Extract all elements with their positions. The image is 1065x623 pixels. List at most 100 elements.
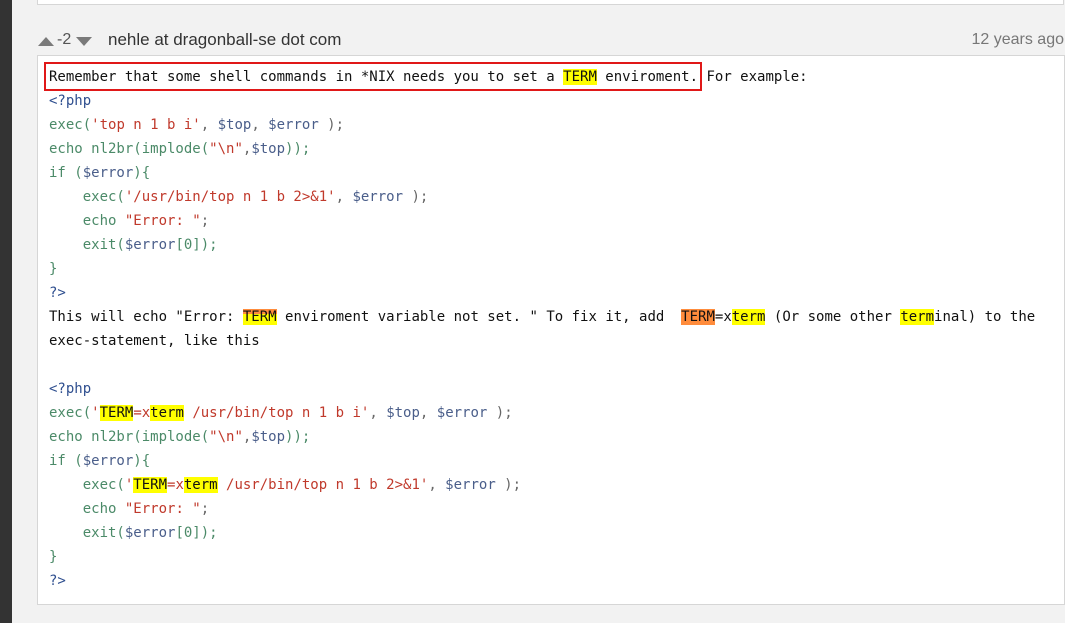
code-keyword: echo [49, 213, 117, 229]
code-var: $error [124, 525, 176, 541]
search-highlight: TERM [133, 477, 168, 493]
code-line: echo nl2br(implode("\n",$top)); [49, 425, 1035, 449]
code-line: <?php [49, 377, 1035, 401]
note-date: 12 years ago [971, 31, 1064, 48]
code-keyword: if [49, 165, 66, 181]
code-keyword: echo [49, 501, 117, 517]
code-quote: ' [91, 405, 100, 421]
body-text: (Or some other [765, 309, 901, 325]
code-string: /usr/bin/top n 1 b i' [183, 405, 370, 421]
code-line: <?php [49, 89, 1035, 113]
note-header: -2 nehle at dragonball-se dot com 12 yea… [37, 29, 1065, 53]
code-line: echo nl2br(implode("\n",$top)); [49, 137, 1035, 161]
code-paren: ( [65, 453, 83, 469]
vote-up-icon[interactable] [38, 37, 54, 46]
code-line: ?> [49, 569, 1035, 593]
code-line: echo "Error: "; [49, 209, 1035, 233]
code-var: $top [217, 117, 252, 133]
code-line: if ($error){ [49, 161, 1035, 185]
code-line: } [49, 257, 1035, 281]
code-fn: nl2br(implode( [82, 141, 210, 157]
php-close-tag: ?> [49, 573, 66, 589]
selection-highlight-box [44, 62, 702, 91]
code-sep: , [419, 405, 437, 421]
code-brace: } [49, 549, 58, 565]
search-highlight: term [150, 405, 184, 421]
code-line: if ($error){ [49, 449, 1035, 473]
previous-note-box [37, 0, 1064, 5]
code-end: ; [200, 501, 210, 517]
body-text: exec-statement, like this [49, 333, 260, 349]
code-end: ); [318, 117, 345, 133]
left-scroll-edge [0, 0, 12, 623]
code-var: $top [251, 429, 286, 445]
code-string: /usr/bin/top n 1 b 2>&1' [217, 477, 429, 493]
code-var: $error [82, 165, 134, 181]
code-end: )); [285, 429, 311, 445]
code-line: ?> [49, 281, 1035, 305]
code-string: =x [133, 405, 151, 421]
code-end: [0]); [175, 237, 218, 253]
code-var: $top [251, 141, 286, 157]
code-sep: , [200, 117, 218, 133]
php-open-tag: <?php [49, 93, 92, 109]
text-line: This will echo "Error: TERM enviroment v… [49, 305, 1035, 329]
code-string: "\n" [209, 429, 243, 445]
code-string: '/usr/bin/top n 1 b 2>&1' [124, 189, 336, 205]
vote-down-icon[interactable] [76, 37, 92, 46]
code-line: exec('TERM=xterm /usr/bin/top n 1 b 2>&1… [49, 473, 1035, 497]
code-paren: ){ [133, 453, 151, 469]
code-sep: , [251, 117, 269, 133]
code-end: ; [200, 213, 210, 229]
code-keyword: if [49, 453, 66, 469]
php-close-tag: ?> [49, 285, 66, 301]
code-var: $error [124, 237, 176, 253]
code-keyword: echo [49, 429, 83, 445]
code-end: [0]); [175, 525, 218, 541]
code-end: )); [285, 141, 311, 157]
search-highlight-active: TERM [681, 309, 715, 325]
code-end: ); [487, 405, 513, 421]
code-line: } [49, 545, 1035, 569]
intro-text-tail: For example: [698, 69, 808, 85]
code-var: $error [82, 453, 134, 469]
code-fn: exec( [49, 117, 92, 133]
php-open-tag: <?php [49, 381, 92, 397]
code-fn: nl2br(implode( [82, 429, 210, 445]
code-paren: ){ [133, 165, 151, 181]
code-line: echo "Error: "; [49, 497, 1035, 521]
code-string: 'top n 1 b i' [91, 117, 201, 133]
code-fn: exec( [49, 477, 125, 493]
code-keyword: exit( [49, 525, 125, 541]
code-fn: exec( [49, 189, 125, 205]
search-highlight: term [900, 309, 935, 325]
code-fn: exec( [49, 405, 92, 421]
body-text: This will echo "Error: [49, 309, 243, 325]
code-var: $error [268, 117, 319, 133]
code-keyword: exit( [49, 237, 125, 253]
code-var: $error [352, 189, 404, 205]
note-author[interactable]: nehle at dragonball-se dot com [108, 30, 341, 50]
code-line: exec('top n 1 b i', $top, $error ); [49, 113, 1035, 137]
code-line: exec('/usr/bin/top n 1 b 2>&1', $error )… [49, 185, 1035, 209]
search-highlight: TERM [99, 405, 134, 421]
code-sep: , [369, 405, 387, 421]
code-keyword: echo [49, 141, 83, 157]
code-string: =x [167, 477, 184, 493]
code-var: $error [436, 405, 488, 421]
code-paren: ( [65, 165, 83, 181]
code-var: $error [445, 477, 496, 493]
code-line: exec('TERM=xterm /usr/bin/top n 1 b i', … [49, 401, 1035, 425]
body-text: =x [714, 309, 732, 325]
code-sep: , [335, 189, 353, 205]
code-var: $top [386, 405, 420, 421]
search-highlight: term [731, 309, 766, 325]
code-sep: , [428, 477, 446, 493]
code-end: ); [495, 477, 522, 493]
code-line: exit($error[0]); [49, 233, 1035, 257]
note-body: Remember that some shell commands in *NI… [37, 55, 1065, 605]
note-code: Remember that some shell commands in *NI… [49, 65, 1035, 593]
